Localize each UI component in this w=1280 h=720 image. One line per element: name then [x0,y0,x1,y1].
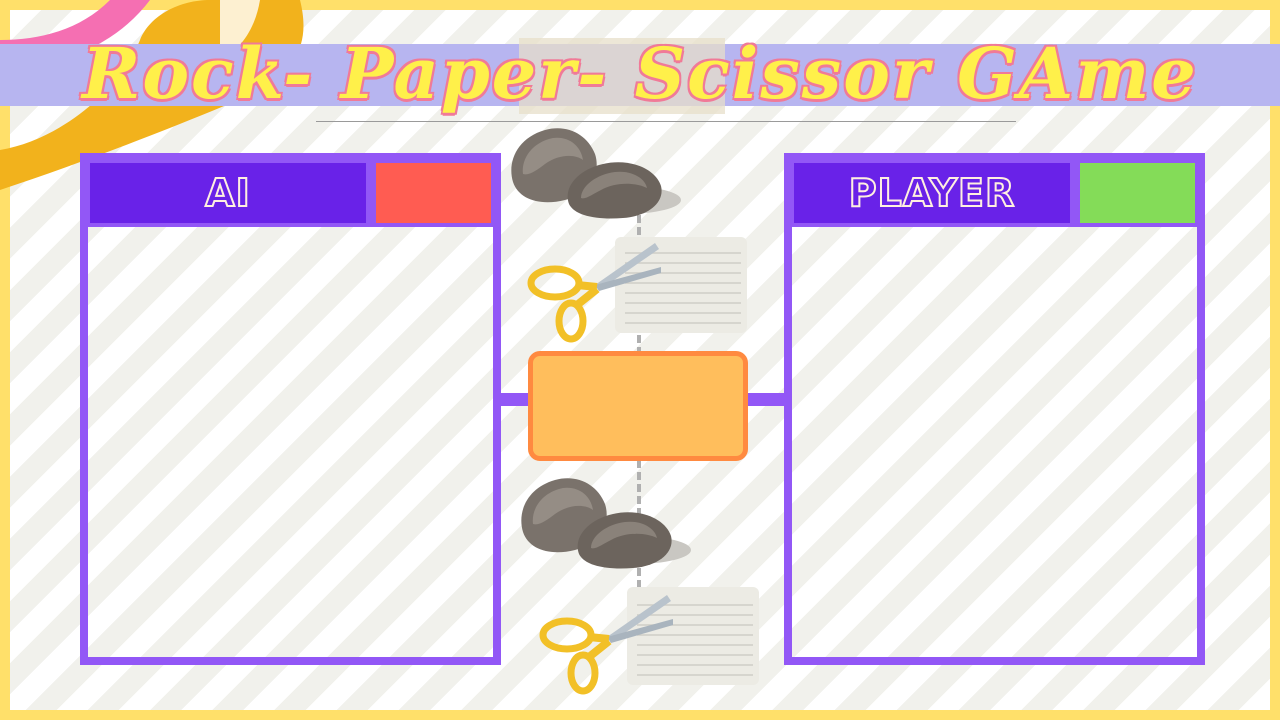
player-panel-header: PLAYER [792,161,1197,227]
player-connector [746,393,784,406]
scissors-paper-icon[interactable] [537,585,767,695]
result-display [528,351,748,461]
player-label: PLAYER [794,163,1070,223]
game-title: Rock- Paper- Scissor GAme [82,32,1198,115]
rock-icon[interactable] [505,124,685,224]
player-choice-area [792,235,1197,657]
title-divider [316,121,1016,122]
ai-panel-header: AI [88,161,493,227]
ai-score-indicator [376,163,491,223]
ai-choice-area [88,235,493,657]
ai-label: AI [90,163,366,223]
ai-panel: AI [80,153,501,665]
player-panel: PLAYER [784,153,1205,665]
scissors-paper-icon[interactable] [525,233,755,343]
player-score-indicator [1080,163,1195,223]
ai-connector [501,393,530,406]
rock-icon[interactable] [515,474,695,574]
